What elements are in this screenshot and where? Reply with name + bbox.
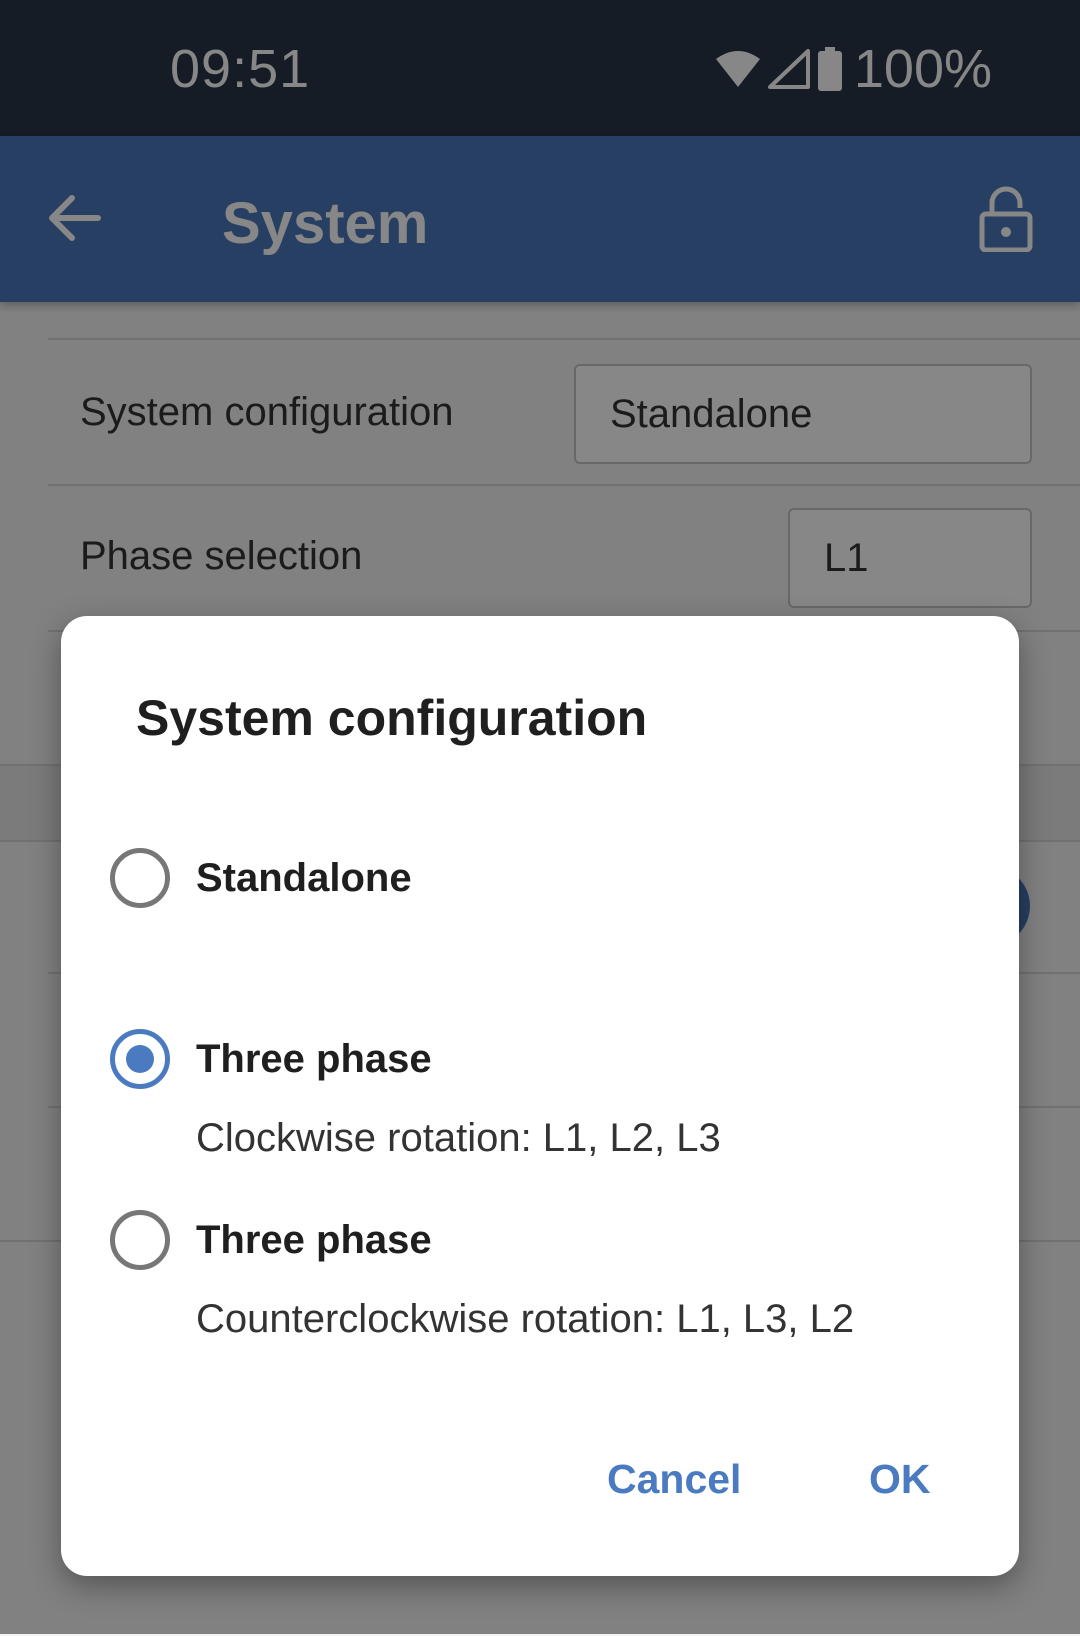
option-label: Standalone [196, 856, 412, 900]
option-label: Three phase [196, 1218, 432, 1262]
radio-button-selected[interactable] [110, 1029, 170, 1089]
radio-button[interactable] [110, 1210, 170, 1270]
radio-button[interactable] [110, 848, 170, 908]
cancel-button[interactable]: Cancel [607, 1454, 741, 1504]
option-standalone[interactable]: Standalone [61, 848, 1019, 978]
option-sublabel: Clockwise rotation: L1, L2, L3 [196, 1116, 721, 1160]
dialog-title: System configuration [136, 690, 648, 746]
option-label: Three phase [196, 1037, 432, 1081]
radio-dot [126, 1045, 154, 1073]
option-three-phase-counterclockwise[interactable]: Three phase Counterclockwise rotation: L… [61, 1210, 1019, 1350]
ok-button[interactable]: OK [869, 1454, 931, 1504]
system-configuration-dialog: System configuration Standalone Three ph… [61, 616, 1019, 1576]
option-three-phase-clockwise[interactable]: Three phase Clockwise rotation: L1, L2, … [61, 1029, 1019, 1169]
option-sublabel: Counterclockwise rotation: L1, L3, L2 [196, 1297, 855, 1341]
